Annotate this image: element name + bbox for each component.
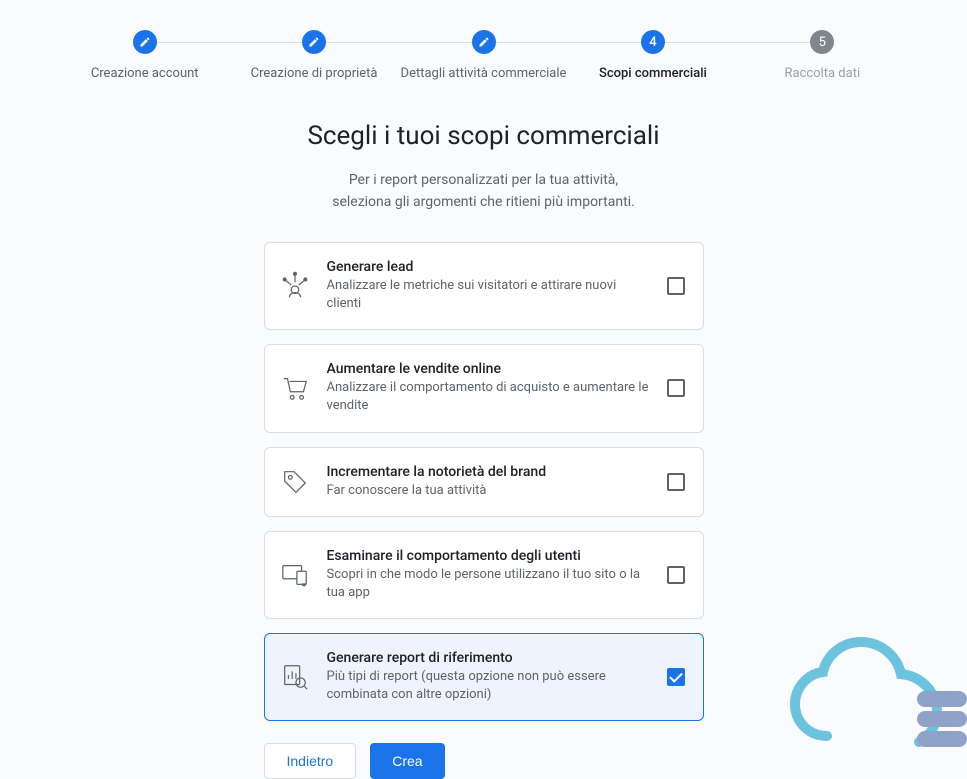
tag-icon	[279, 466, 311, 498]
lead-icon	[279, 270, 311, 302]
footer-actions: Indietro Crea	[264, 743, 704, 779]
step-label: Dettagli attività commerciale	[401, 66, 567, 81]
cart-icon	[279, 372, 311, 404]
option-title: Esaminare il comportamento degli utenti	[327, 548, 651, 564]
option-baseline-reports[interactable]: Generare report di riferimento Più tipi …	[264, 633, 704, 721]
step-number: 4	[641, 30, 665, 54]
option-desc: Più tipi di report (questa opzione non p…	[327, 668, 651, 704]
option-desc: Far conoscere la tua attività	[327, 482, 651, 500]
page-subtitle: Per i report personalizzati per la tua a…	[332, 169, 635, 214]
checkbox[interactable]	[667, 668, 685, 686]
option-desc: Analizzare il comportamento di acquisto …	[327, 379, 651, 415]
page-title: Scegli i tuoi scopi commerciali	[307, 121, 659, 151]
checkbox[interactable]	[667, 473, 685, 491]
back-button[interactable]: Indietro	[264, 743, 357, 779]
option-desc: Scopri in che modo le persone utilizzano…	[327, 566, 651, 602]
pencil-icon	[302, 30, 326, 54]
options-list: Generare lead Analizzare le metriche sui…	[264, 242, 704, 722]
step-details[interactable]: Dettagli attività commerciale	[399, 30, 568, 81]
step-label: Creazione account	[91, 66, 199, 81]
step-label: Scopi commerciali	[599, 66, 707, 81]
step-label: Raccolta dati	[784, 66, 860, 81]
option-brand-awareness[interactable]: Incrementare la notorietà del brand Far …	[264, 447, 704, 517]
devices-icon	[279, 559, 311, 591]
checkbox[interactable]	[667, 277, 685, 295]
step-number: 5	[810, 30, 834, 54]
stepper: Creazione account Creazione di proprietà…	[0, 0, 967, 81]
option-title: Generare lead	[327, 259, 651, 275]
option-title: Incrementare la notorietà del brand	[327, 464, 651, 480]
step-account[interactable]: Creazione account	[60, 30, 229, 81]
step-label: Creazione di proprietà	[251, 66, 378, 81]
checkbox[interactable]	[667, 566, 685, 584]
step-property[interactable]: Creazione di proprietà	[229, 30, 398, 81]
report-icon	[279, 661, 311, 693]
pencil-icon	[133, 30, 157, 54]
option-title: Generare report di riferimento	[327, 650, 651, 666]
pencil-icon	[472, 30, 496, 54]
step-goals[interactable]: 4 Scopi commerciali	[568, 30, 737, 81]
option-generate-leads[interactable]: Generare lead Analizzare le metriche sui…	[264, 242, 704, 330]
option-title: Aumentare le vendite online	[327, 361, 651, 377]
option-online-sales[interactable]: Aumentare le vendite online Analizzare i…	[264, 344, 704, 432]
create-button[interactable]: Crea	[370, 743, 444, 779]
option-desc: Analizzare le metriche sui visitatori e …	[327, 277, 651, 313]
cloud-logo-icon	[787, 636, 967, 766]
step-data: 5 Raccolta dati	[738, 30, 907, 81]
checkbox[interactable]	[667, 379, 685, 397]
option-user-behavior[interactable]: Esaminare il comportamento degli utenti …	[264, 531, 704, 619]
